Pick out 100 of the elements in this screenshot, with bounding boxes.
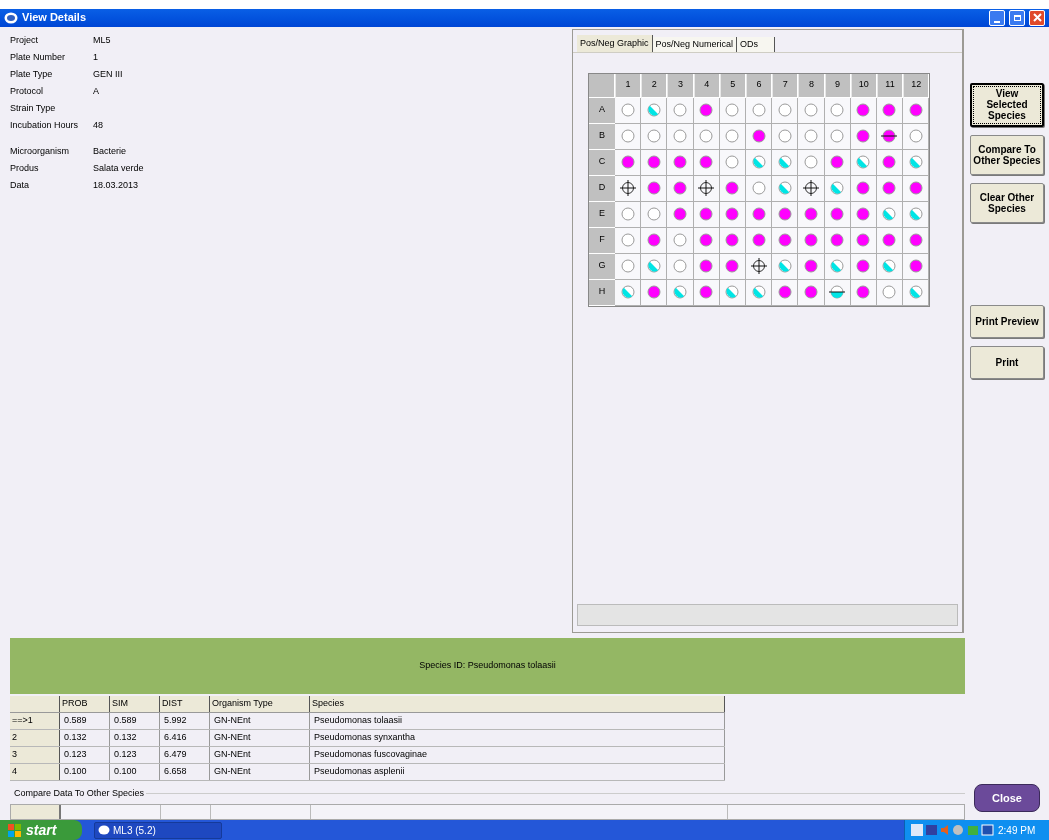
column-header: 12 (903, 73, 930, 98)
well-icon (881, 102, 898, 118)
well-icon (829, 154, 846, 170)
well-icon (698, 102, 715, 118)
column-header: 3 (667, 73, 694, 98)
column-header: 10 (850, 73, 877, 98)
table-cell: 0.132 (110, 729, 160, 746)
tab[interactable]: ODs (737, 36, 776, 52)
row-header: B (589, 123, 615, 150)
field-value: 1 (93, 51, 98, 65)
row-header: G (589, 253, 615, 280)
well-icon (776, 102, 793, 118)
app-icon (4, 11, 18, 24)
section-label: Compare Data To Other Species (13, 786, 144, 800)
column-header: 5 (719, 73, 746, 98)
column-header: 11 (876, 73, 904, 98)
clock: 2:49 PM (998, 823, 1036, 838)
well-icon (881, 206, 898, 222)
well-icon (671, 232, 688, 248)
well-icon (698, 258, 715, 274)
well-icon (724, 206, 741, 222)
well-icon (698, 180, 715, 196)
well-icon (802, 128, 819, 144)
well-icon (802, 232, 819, 248)
well-icon (619, 128, 636, 144)
well-icon (776, 232, 793, 248)
well-icon (619, 154, 636, 170)
row-header: A (589, 97, 615, 124)
well-icon (881, 258, 898, 274)
well-icon (671, 154, 688, 170)
column-header: DIST (160, 695, 210, 712)
table-cell: Pseudomonas tolaasii (310, 712, 725, 729)
side-button[interactable]: Clear Other Species (970, 182, 1044, 223)
well-icon (829, 206, 846, 222)
well-icon (619, 102, 636, 118)
field-label: Protocol (10, 85, 45, 99)
well-icon (724, 102, 741, 118)
well-icon (881, 180, 898, 196)
restore-button[interactable] (1009, 9, 1025, 26)
well-icon (776, 154, 793, 170)
well-icon (855, 232, 872, 248)
well-icon (645, 180, 662, 196)
well-icon (907, 206, 924, 222)
field-value: 18.03.2013 (93, 179, 139, 193)
field-label: Produs (10, 162, 40, 176)
side-button[interactable]: View Selected Species (970, 82, 1044, 127)
start-button[interactable]: start (0, 820, 82, 840)
taskbar-task[interactable]: ML3 (5.2) (94, 821, 222, 839)
well-icon (855, 180, 872, 196)
well-icon (724, 154, 741, 170)
close-window-button[interactable] (1029, 9, 1045, 26)
row-header: D (589, 175, 615, 202)
well-icon (645, 206, 662, 222)
table-cell: GN-NEnt (210, 763, 310, 780)
column-header: 6 (745, 73, 773, 98)
tab[interactable]: Pos/Neg Graphic (577, 34, 653, 52)
speaker-icon[interactable] (941, 825, 948, 835)
well-icon (802, 102, 819, 118)
well-icon (829, 284, 846, 300)
column-header: SIM (110, 695, 160, 712)
table-cell: Pseudomonas synxantha (310, 729, 725, 746)
well-icon (907, 258, 924, 274)
table-cell: 0.123 (60, 746, 110, 763)
tab[interactable]: Pos/Neg Numerical (652, 36, 738, 52)
tray-icon[interactable] (981, 824, 994, 836)
well-icon (750, 206, 767, 222)
column-header: Species (310, 695, 725, 712)
well-icon (829, 180, 846, 196)
well-icon (881, 232, 898, 248)
close-button[interactable]: Close (974, 784, 1040, 812)
column-header: PROB (60, 695, 110, 712)
well-icon (671, 284, 688, 300)
well-icon (776, 284, 793, 300)
row-header: E (589, 201, 615, 228)
minimize-button[interactable] (989, 9, 1005, 26)
field-value: ML5 (93, 34, 111, 48)
well-icon (750, 128, 767, 144)
table-cell: 0.132 (60, 729, 110, 746)
well-icon (619, 258, 636, 274)
well-icon (907, 128, 924, 144)
well-icon (776, 258, 793, 274)
column-header: 2 (641, 73, 668, 98)
side-button[interactable]: Print Preview (970, 304, 1044, 338)
well-icon (750, 180, 767, 196)
well-icon (750, 102, 767, 118)
network-icon[interactable] (926, 825, 937, 835)
column-header: Organism Type (210, 695, 310, 712)
well-icon (802, 180, 819, 196)
corner-cell (589, 73, 615, 98)
well-icon (645, 154, 662, 170)
field-value: GEN III (93, 68, 123, 82)
side-button[interactable]: Compare To Other Species (970, 134, 1044, 175)
well-icon (750, 284, 767, 300)
side-button[interactable]: Print (970, 345, 1044, 379)
field-label: Data (10, 179, 30, 193)
well-icon (645, 128, 662, 144)
well-icon (855, 258, 872, 274)
well-icon (855, 206, 872, 222)
well-icon (855, 102, 872, 118)
well-icon (907, 102, 924, 118)
